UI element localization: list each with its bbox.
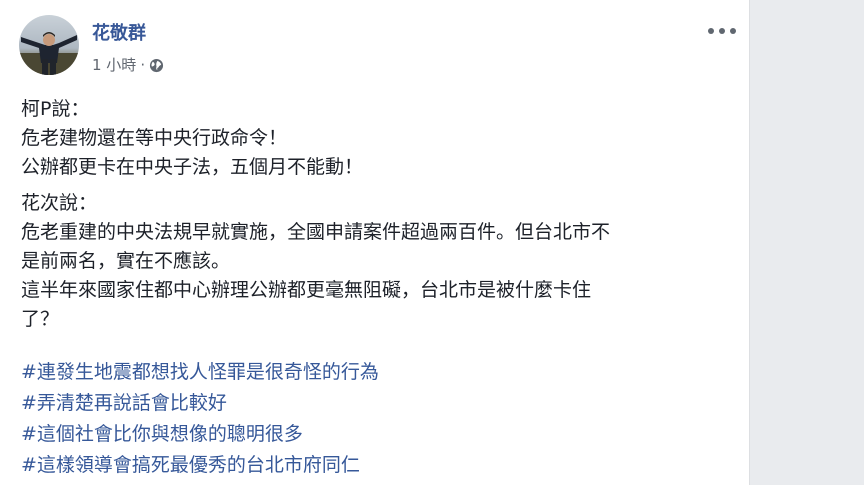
post-text-line: 是前兩名，實在不應該。 xyxy=(21,250,231,272)
more-dot xyxy=(719,28,725,34)
post-text-line: 危老建物還在等中央行政命令！ xyxy=(21,127,288,149)
post-body: 柯P說： 危老建物還在等中央行政命令！ 公辦都更卡在中央子法，五個月不能動！ 花… xyxy=(21,95,731,341)
post-text-line: 柯P說： xyxy=(21,98,90,120)
post-text-line: 這半年來國家住都中心辦理公辦都更毫無阻礙，台北市是被什麼卡住 xyxy=(21,279,592,301)
post-text-line: 公辦都更卡在中央子法，五個月不能動！ xyxy=(21,156,364,178)
post-card: 花敬群 1 小時 · 柯P說： 危老建物還在等中央行政命令！ 公辦都更卡在中央子… xyxy=(0,0,750,485)
post-text-line: 了？ xyxy=(21,308,60,330)
more-options-icon[interactable] xyxy=(708,23,736,39)
hashtag-link[interactable]: #這個社會比你與想像的聰明很多 xyxy=(21,419,379,450)
hashtag-list: #連發生地震都想找人怪罪是很奇怪的行為 #弄清楚再說話會比較好 #這個社會比你與… xyxy=(21,357,379,481)
post-paragraph: 柯P說： 危老建物還在等中央行政命令！ 公辦都更卡在中央子法，五個月不能動！ xyxy=(21,95,731,182)
globe-icon[interactable] xyxy=(149,58,164,73)
post-timestamp[interactable]: 1 小時 xyxy=(92,55,136,75)
hashtag-link[interactable]: #弄清楚再說話會比較好 xyxy=(21,388,379,419)
post-text-line: 花次說： xyxy=(21,192,98,214)
post-text-line: 危老重建的中央法規早就實施，全國申請案件超過兩百件。但台北市不 xyxy=(21,221,611,243)
post-meta: 1 小時 · xyxy=(92,55,164,75)
more-dot xyxy=(730,28,736,34)
avatar[interactable] xyxy=(19,15,79,75)
post-paragraph: 花次說： 危老重建的中央法規早就實施，全國申請案件超過兩百件。但台北市不 是前兩… xyxy=(21,189,731,334)
hashtag-link[interactable]: #這樣領導會搞死最優秀的台北市府同仁 xyxy=(21,450,379,481)
avatar-photo xyxy=(19,32,79,75)
hashtag-link[interactable]: #連發生地震都想找人怪罪是很奇怪的行為 xyxy=(21,357,379,388)
more-dot xyxy=(708,28,714,34)
meta-separator: · xyxy=(140,56,146,74)
author-name[interactable]: 花敬群 xyxy=(92,22,146,46)
